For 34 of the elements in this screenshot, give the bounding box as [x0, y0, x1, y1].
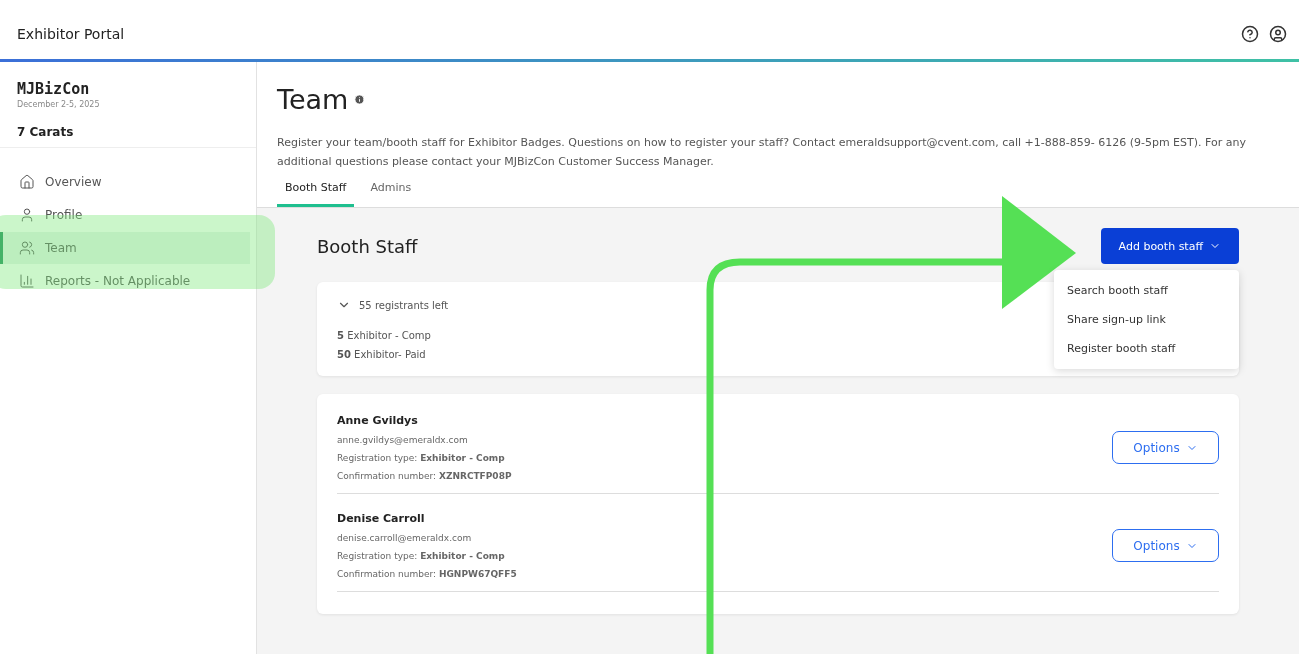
- registration-type: Registration type: Exhibitor - Comp: [337, 551, 506, 561]
- add-booth-staff-button[interactable]: Add booth staff: [1100, 228, 1239, 264]
- sidebar-item[interactable]: Profile: [0, 199, 250, 231]
- page-title: Team: [277, 84, 349, 115]
- company-name: 7 Carats: [17, 125, 75, 139]
- sidebar-item[interactable]: Overview: [0, 166, 250, 198]
- person-icon: [19, 207, 35, 223]
- tab[interactable]: Booth Staff: [277, 173, 355, 207]
- event-dates: December 2-5, 2025: [17, 100, 101, 109]
- registrants-left: 55 registrants left: [359, 299, 449, 311]
- event-name: MJBizCon: [17, 80, 91, 98]
- menu-item[interactable]: Share sign-up link: [1054, 305, 1239, 334]
- staff-name: Anne Gvildys: [337, 414, 419, 427]
- section-title: Booth Staff: [317, 235, 418, 257]
- staff-name: Denise Carroll: [337, 512, 426, 525]
- description-text: Register your team/booth staff for Exhibitor Badges. Questions on how to register your staff? Contact emeraldsupport@cvent.com, call +1-888-859- 6126 (9-5pm EST). For any additional questions please contact your MJBizCon Customer Success Manager.: [277, 135, 1247, 170]
- confirmation-number: Confirmation number: XZNRCTFP08P: [337, 471, 512, 481]
- tab[interactable]: Admins: [362, 173, 420, 207]
- app-title: Exhibitor Portal: [17, 25, 125, 42]
- home-icon: [19, 174, 35, 190]
- help-icon[interactable]: [1241, 24, 1259, 43]
- info-icon[interactable]: [354, 94, 366, 105]
- account-icon[interactable]: [1269, 24, 1287, 43]
- options-button[interactable]: Options: [1112, 431, 1219, 464]
- bar-chart-icon: [19, 273, 35, 289]
- staff-email: anne.gvildys@emeraldx.com: [337, 435, 469, 445]
- menu-item[interactable]: Register booth staff: [1054, 334, 1239, 363]
- staff-email: denise.carroll@emeraldx.com: [337, 533, 473, 543]
- registration-type: Registration type: Exhibitor - Comp: [337, 453, 506, 463]
- confirmation-number: Confirmation number: HGNPW67QFF5: [337, 569, 517, 579]
- registrant-count: 5 Exhibitor - Comp: [337, 330, 432, 341]
- menu-item[interactable]: Search booth staff: [1054, 276, 1239, 305]
- people-icon: [19, 240, 35, 256]
- options-button[interactable]: Options: [1112, 529, 1219, 562]
